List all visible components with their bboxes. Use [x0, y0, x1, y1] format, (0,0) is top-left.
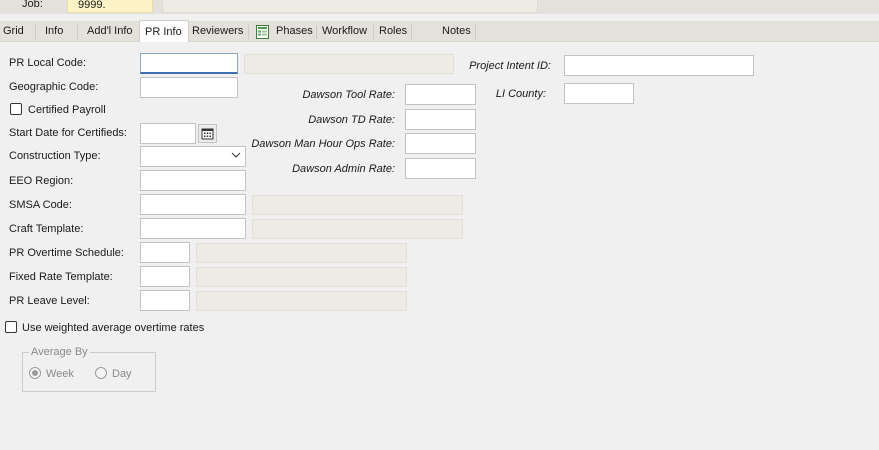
dawson-admin-rate-label: Dawson Admin Rate: [292, 163, 395, 175]
job-description-field [162, 0, 538, 13]
tab-reviewers[interactable]: Reviewers [192, 22, 243, 41]
smsa-code-input[interactable] [140, 194, 246, 215]
fixed-rate-template-description [196, 267, 407, 287]
craft-template-label: Craft Template: [9, 223, 84, 235]
pr-overtime-schedule-input[interactable] [140, 242, 190, 263]
project-intent-id-input[interactable] [564, 55, 754, 76]
tab-separator [373, 25, 374, 39]
chevron-down-icon [231, 152, 241, 158]
dawson-man-hour-ops-rate-input[interactable] [405, 133, 476, 154]
average-by-day-radio[interactable] [95, 367, 107, 379]
job-label: Job: [22, 0, 43, 10]
pr-local-code-description [244, 54, 454, 74]
dawson-admin-rate-input[interactable] [405, 158, 476, 179]
tab-info[interactable]: Info [45, 22, 63, 41]
dawson-tool-rate-label: Dawson Tool Rate: [302, 89, 395, 101]
craft-template-description [252, 219, 463, 239]
tab-grid[interactable]: Grid [3, 22, 24, 41]
tab-pr-info[interactable]: PR Info [139, 20, 189, 42]
pr-leave-level-description [196, 291, 407, 311]
average-by-day-label: Day [112, 368, 132, 380]
pr-leave-level-input[interactable] [140, 290, 190, 311]
project-intent-id-label: Project Intent ID: [469, 60, 551, 72]
fixed-rate-template-label: Fixed Rate Template: [9, 271, 113, 283]
dawson-td-rate-input[interactable] [405, 109, 476, 130]
pr-leave-level-label: PR Leave Level: [9, 295, 90, 307]
pr-local-code-label: PR Local Code: [9, 57, 87, 69]
eeo-region-input[interactable] [140, 170, 246, 191]
li-county-input[interactable] [564, 83, 634, 104]
tab-separator [77, 25, 78, 39]
average-by-group [22, 352, 156, 392]
smsa-code-label: SMSA Code: [9, 199, 72, 211]
start-date-label: Start Date for Certifieds: [9, 127, 127, 139]
tab-addl-info[interactable]: Add'l Info [87, 22, 133, 41]
tab-workflow[interactable]: Workflow [322, 22, 367, 41]
tab-separator [475, 25, 476, 39]
tab-separator [411, 25, 412, 39]
pr-local-code-input[interactable] [140, 53, 238, 74]
calendar-icon [201, 128, 214, 140]
dawson-man-hour-ops-rate-label: Dawson Man Hour Ops Rate: [251, 138, 395, 150]
eeo-region-label: EEO Region: [9, 175, 74, 187]
certified-payroll-label: Certified Payroll [28, 104, 106, 116]
construction-type-label: Construction Type: [9, 150, 101, 162]
dawson-td-rate-label: Dawson TD Rate: [308, 114, 395, 126]
tab-notes[interactable]: Notes [442, 22, 471, 41]
tab-separator [248, 25, 249, 39]
geographic-code-label: Geographic Code: [9, 81, 99, 93]
construction-type-select[interactable] [140, 146, 246, 167]
pr-overtime-schedule-description [196, 243, 407, 263]
certified-payroll-checkbox[interactable] [10, 103, 22, 115]
spreadsheet-icon [256, 25, 269, 39]
tab-roles[interactable]: Roles [379, 22, 407, 41]
pr-overtime-schedule-label: PR Overtime Schedule: [9, 247, 124, 259]
geographic-code-input[interactable] [140, 77, 238, 98]
date-picker-button[interactable] [198, 124, 217, 143]
weighted-average-label: Use weighted average overtime rates [22, 322, 205, 334]
fixed-rate-template-input[interactable] [140, 266, 190, 287]
weighted-average-checkbox[interactable] [5, 321, 17, 333]
job-value: 9999. [78, 0, 106, 11]
average-by-title: Average By [29, 346, 90, 358]
tab-separator [316, 25, 317, 39]
li-county-label: LI County: [495, 88, 546, 100]
tab-bar-divider [0, 41, 879, 42]
start-date-input[interactable] [140, 123, 196, 144]
smsa-code-description [252, 195, 463, 215]
tab-separator [35, 25, 36, 39]
craft-template-input[interactable] [140, 218, 246, 239]
average-by-week-radio[interactable] [29, 367, 41, 379]
average-by-week-label: Week [46, 368, 74, 380]
job-field[interactable]: 9999. [67, 0, 153, 13]
tab-phases[interactable]: Phases [276, 22, 313, 41]
